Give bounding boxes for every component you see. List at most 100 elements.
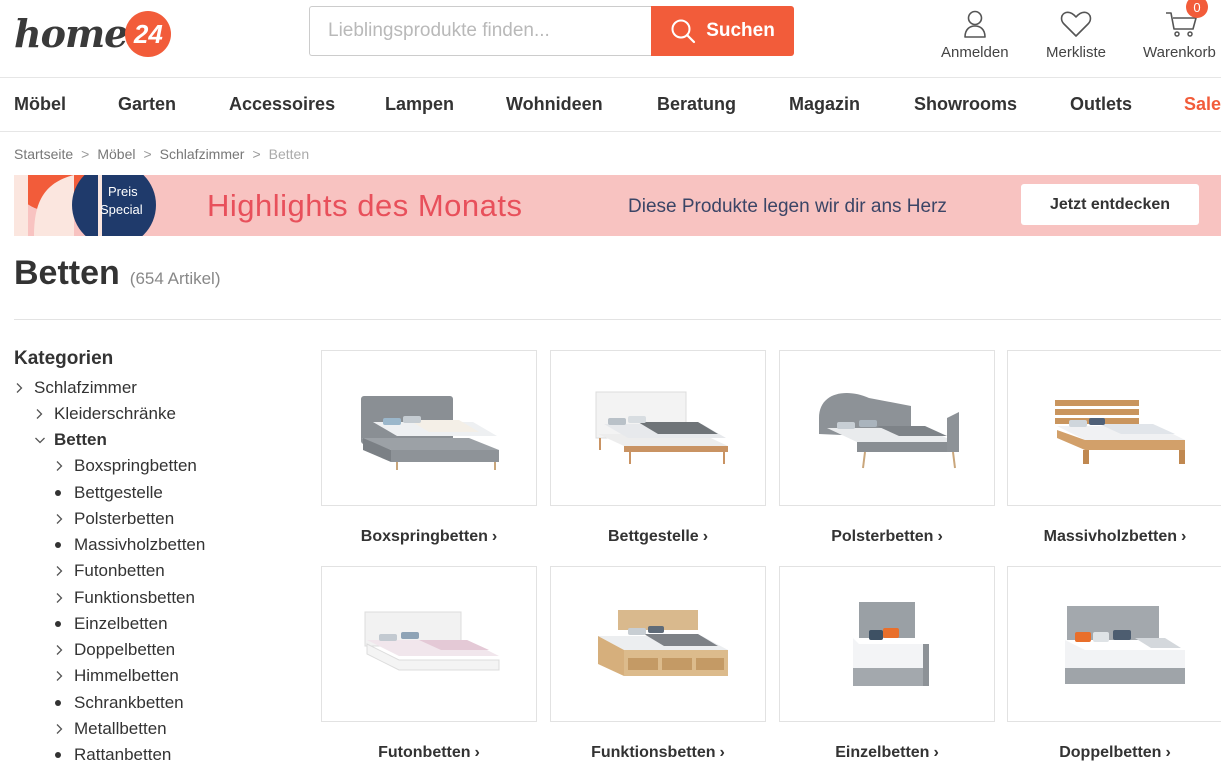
nav-item-moebel[interactable]: Möbel xyxy=(14,94,66,115)
category-tile-einzelbetten[interactable]: Einzelbetten › xyxy=(779,566,995,762)
home24-logo[interactable]: home 24 xyxy=(14,8,172,60)
nav-item-outlets[interactable]: Outlets xyxy=(1070,94,1132,115)
sidebar-item-polsterbetten[interactable]: Polsterbetten xyxy=(54,509,174,529)
banner-subtitle: Diese Produkte legen wir dir ans Herz xyxy=(628,196,947,217)
sidebar-item-label: Betten xyxy=(54,430,107,449)
nav-item-wohnideen[interactable]: Wohnideen xyxy=(506,94,603,115)
category-tile-funktionsbetten[interactable]: Funktionsbetten › xyxy=(550,566,766,762)
category-tile-boxspringbetten[interactable]: Boxspringbetten › xyxy=(321,350,537,546)
badge-line-preis: Preis xyxy=(108,184,138,199)
main-navigation: Möbel Garten Accessoires Lampen Wohnidee… xyxy=(0,79,1221,132)
category-label-text: Bettgestelle xyxy=(607,528,699,545)
login-button[interactable]: Anmelden xyxy=(941,2,1009,61)
breadcrumb-moebel[interactable]: Möbel xyxy=(97,146,135,162)
sidebar-item-metallbetten[interactable]: Metallbetten xyxy=(54,719,167,739)
chevron-right-icon: › xyxy=(1181,528,1187,545)
cart-count-badge: 0 xyxy=(1186,0,1208,18)
discover-button[interactable]: Jetzt entdecken xyxy=(1021,184,1199,225)
category-tile-bettgestelle[interactable]: Bettgestelle › xyxy=(550,350,766,546)
sidebar-item-einzelbetten[interactable]: Einzelbetten xyxy=(54,614,168,634)
nav-item-garten[interactable]: Garten xyxy=(118,94,176,115)
bullet-icon xyxy=(54,542,74,548)
breadcrumb-separator: > xyxy=(252,146,261,162)
category-tile-doppelbetten[interactable]: Doppelbetten › xyxy=(1007,566,1221,762)
sidebar-item-himmelbetten[interactable]: Himmelbetten xyxy=(54,666,179,686)
search-bar: Suchen xyxy=(309,6,794,56)
chevron-right-icon: › xyxy=(474,744,480,761)
category-label[interactable]: Polsterbetten › xyxy=(779,528,995,546)
logo-badge: 24 xyxy=(125,11,172,57)
chevron-right-icon xyxy=(54,565,74,577)
sidebar-item-futonbetten[interactable]: Futonbetten xyxy=(54,561,165,581)
heart-icon xyxy=(1060,2,1092,46)
cart-button[interactable]: 0 Warenkorb xyxy=(1143,0,1216,61)
chevron-right-icon xyxy=(54,592,74,604)
chevron-right-icon xyxy=(54,723,74,735)
sidebar-item-kleiderschraenke[interactable]: Kleiderschränke xyxy=(34,404,176,424)
category-label[interactable]: Futonbetten › xyxy=(321,744,537,762)
category-label-text: Doppelbetten xyxy=(1059,744,1162,761)
chevron-right-icon xyxy=(34,408,54,420)
wishlist-label: Merkliste xyxy=(1046,44,1107,61)
sidebar-item-label: Schlafzimmer xyxy=(34,378,137,397)
category-label[interactable]: Doppelbetten › xyxy=(1007,744,1221,762)
bullet-icon xyxy=(54,621,74,627)
sidebar-item-label: Funktionsbetten xyxy=(74,588,195,607)
sidebar-item-label: Polsterbetten xyxy=(74,509,175,528)
grey-double-bed-image xyxy=(1007,566,1221,722)
wishlist-button[interactable]: Merkliste xyxy=(1046,2,1106,61)
nav-item-sale[interactable]: Sale xyxy=(1184,94,1221,115)
sidebar-item-label: Einzelbetten xyxy=(74,614,168,633)
sidebar-item-label: Himmelbetten xyxy=(74,666,179,685)
nav-item-accessoires[interactable]: Accessoires xyxy=(229,94,335,115)
category-tile-polsterbetten[interactable]: Polsterbetten › xyxy=(779,350,995,546)
category-label[interactable]: Funktionsbetten › xyxy=(550,744,766,762)
category-label[interactable]: Boxspringbetten › xyxy=(321,528,537,546)
search-button[interactable]: Suchen xyxy=(651,6,794,56)
category-tile-futonbetten[interactable]: Futonbetten › xyxy=(321,566,537,762)
item-count: (654 Artikel) xyxy=(129,269,221,288)
grey-boxspring-bed-image xyxy=(321,350,537,506)
nav-item-beratung[interactable]: Beratung xyxy=(657,94,736,115)
category-label-text: Polsterbetten xyxy=(831,528,934,545)
login-label: Anmelden xyxy=(941,44,1009,61)
category-label-text: Funktionsbetten xyxy=(591,744,716,761)
sidebar-item-label: Schrankbetten xyxy=(74,693,184,712)
category-label[interactable]: Einzelbetten › xyxy=(779,744,995,762)
category-label-text: Einzelbetten xyxy=(835,744,930,761)
bullet-icon xyxy=(54,490,74,496)
breadcrumb-startseite[interactable]: Startseite xyxy=(14,146,73,162)
sidebar-item-betten[interactable]: Betten xyxy=(34,430,107,450)
sidebar-item-massivholzbetten[interactable]: Massivholzbetten xyxy=(54,535,205,555)
sidebar-item-label: Bettgestelle xyxy=(74,483,163,502)
user-icon xyxy=(962,2,988,46)
category-tile-massivholzbetten[interactable]: Massivholzbetten › xyxy=(1007,350,1221,546)
sidebar-item-rattanbetten[interactable]: Rattanbetten xyxy=(54,745,171,765)
nav-item-showrooms[interactable]: Showrooms xyxy=(914,94,1017,115)
breadcrumb-separator: > xyxy=(143,146,152,162)
sidebar-item-schlafzimmer[interactable]: Schlafzimmer xyxy=(14,378,137,398)
nav-item-lampen[interactable]: Lampen xyxy=(385,94,454,115)
badge-line-special: Special xyxy=(100,202,143,217)
search-icon xyxy=(671,19,696,44)
chevron-right-icon xyxy=(54,670,74,682)
chevron-right-icon: › xyxy=(702,528,709,545)
sidebar-item-funktionsbetten[interactable]: Funktionsbetten xyxy=(54,588,195,608)
nav-item-magazin[interactable]: Magazin xyxy=(789,94,860,115)
banner-title: Highlights des Monats xyxy=(207,188,523,223)
category-label[interactable]: Bettgestelle › xyxy=(550,528,766,546)
chevron-right-icon: › xyxy=(937,528,943,545)
chevron-right-icon xyxy=(54,644,74,656)
sidebar-item-label: Boxspringbetten xyxy=(74,456,197,475)
sidebar-item-bettgestelle[interactable]: Bettgestelle xyxy=(54,483,163,503)
chevron-right-icon: › xyxy=(1165,744,1171,761)
promo-banner[interactable]: Preis Special Highlights des Monats Dies… xyxy=(14,175,1221,236)
breadcrumb-schlafzimmer[interactable]: Schlafzimmer xyxy=(160,146,245,162)
white-futon-bed-image xyxy=(321,566,537,722)
white-bed-frame-image xyxy=(550,350,766,506)
sidebar-item-doppelbetten[interactable]: Doppelbetten xyxy=(54,640,175,660)
sidebar-item-schrankbetten[interactable]: Schrankbetten xyxy=(54,693,184,713)
search-input[interactable] xyxy=(309,6,651,56)
category-label[interactable]: Massivholzbetten › xyxy=(1007,528,1221,546)
sidebar-item-boxspringbetten[interactable]: Boxspringbetten xyxy=(54,456,197,476)
